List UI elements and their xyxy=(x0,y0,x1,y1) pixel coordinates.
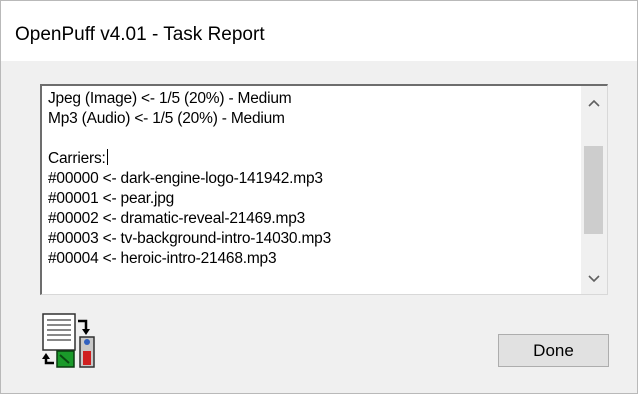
scroll-thumb[interactable] xyxy=(584,146,603,234)
report-text: Jpeg (Image) <- 1/5 (20%) - Medium Mp3 (… xyxy=(48,89,588,269)
task-report-window: OpenPuff v4.01 - Task Report Jpeg (Image… xyxy=(0,0,638,394)
scroll-up-icon[interactable] xyxy=(581,92,607,114)
report-line: Carriers: xyxy=(48,150,106,167)
vertical-scrollbar[interactable] xyxy=(581,86,607,294)
report-line: #00002 <- dramatic-reveal-21469.mp3 xyxy=(48,210,306,227)
report-line xyxy=(48,129,588,149)
report-line: #00004 <- heroic-intro-21468.mp3 xyxy=(48,250,277,267)
text-caret xyxy=(106,149,108,165)
report-line: Mp3 (Audio) <- 1/5 (20%) - Medium xyxy=(48,110,285,127)
report-line-with-caret: Carriers: xyxy=(48,149,588,169)
report-line: Jpeg (Image) <- 1/5 (20%) - Medium xyxy=(48,90,292,107)
report-line: #00001 <- pear.jpg xyxy=(48,190,175,207)
title-bar[interactable]: OpenPuff v4.01 - Task Report xyxy=(1,1,637,61)
report-icon xyxy=(42,313,104,369)
report-line: #00003 <- tv-background-intro-14030.mp3 xyxy=(48,230,332,247)
report-line: #00000 <- dark-engine-logo-141942.mp3 xyxy=(48,170,323,187)
done-button[interactable]: Done xyxy=(498,334,609,367)
scroll-down-icon[interactable] xyxy=(581,268,607,290)
report-textarea[interactable]: Jpeg (Image) <- 1/5 (20%) - Medium Mp3 (… xyxy=(40,84,608,295)
window-title: OpenPuff v4.01 - Task Report xyxy=(15,24,265,45)
